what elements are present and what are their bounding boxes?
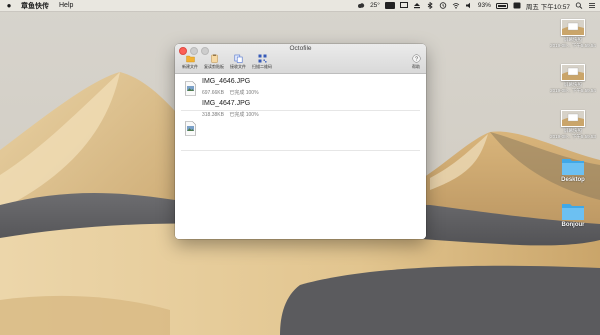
folder-icon	[562, 159, 584, 175]
desktop-screenshot[interactable]: 屏幕快照 2019-08-.. 下午5.59.53	[550, 110, 596, 140]
screenshot-date: 2019-08-.. 下午5.59.53	[550, 134, 596, 140]
window-title: Octofile	[289, 45, 312, 52]
input-source-icon[interactable]	[513, 2, 521, 9]
battery-percent[interactable]: 93%	[478, 2, 491, 9]
window-titlebar[interactable]: Octofile 新建文件 复读剪贴板 接收文件 扫描二维码 ? 帮助	[175, 44, 426, 74]
toolbar: 新建文件 复读剪贴板 接收文件 扫描二维码 ? 帮助	[178, 54, 423, 72]
volume-icon[interactable]	[465, 2, 473, 9]
screenshot-thumbnail	[561, 64, 585, 81]
desktop-screenshot[interactable]: 屏幕快照 2019-08-.. 下午5.59.54	[550, 19, 596, 49]
status-area: 25° 93% 周五 下午10:57	[357, 1, 596, 11]
folder-icon	[562, 204, 584, 220]
file-meta: 318.38KB 已完成 100%	[202, 111, 263, 118]
image-file-icon	[185, 81, 196, 96]
screenshot-thumbnail	[561, 19, 585, 36]
help-label: 帮助	[412, 64, 420, 69]
help-menu[interactable]: Help	[59, 2, 73, 9]
file-name: IMG_4646.JPG	[202, 78, 251, 85]
folder-label: Desktop	[561, 177, 585, 183]
temperature[interactable]: 25°	[370, 2, 380, 9]
menu-bar: ● 章鱼快传 Help 25° 93% 周五 下午10:57	[0, 0, 600, 11]
file-row[interactable]: IMG_4647.JPG 318.38KB 已完成 100%	[175, 100, 426, 144]
display-icon[interactable]	[399, 2, 408, 9]
file-list: IMG_4646.JPG 697.66KB 已完成 100% IMG_4647.…	[175, 74, 426, 239]
battery-icon[interactable]	[495, 2, 508, 9]
app-menu[interactable]: 章鱼快传	[21, 1, 49, 11]
file-size: 318.38KB	[202, 111, 224, 118]
scan-qr-label: 扫描二维码	[252, 64, 272, 69]
help-button[interactable]: ? 帮助	[409, 54, 423, 70]
file-name: IMG_4647.JPG	[202, 100, 251, 107]
qr-code-icon	[258, 54, 266, 63]
file-size: 697.66KB	[202, 89, 224, 96]
desktop-screenshot[interactable]: 屏幕快照 2019-08-.. 下午5.59.54	[550, 64, 596, 94]
receive-file-label: 接收文件	[230, 64, 246, 69]
screenshot-label: 屏幕快照	[564, 82, 582, 87]
file-status: 已完成 100%	[229, 89, 259, 96]
new-file-label: 新建文件	[182, 64, 198, 69]
desktop-folder[interactable]: Bonjour	[551, 201, 595, 229]
receive-file-button[interactable]: 接收文件	[226, 54, 250, 70]
screenshot-date: 2019-08-.. 下午5.59.54	[550, 88, 596, 94]
desktop-screen: ● 章鱼快传 Help 25° 93% 周五 下午10:57 Octofile …	[0, 0, 600, 335]
wifi-icon[interactable]	[452, 2, 460, 9]
cloud-icon[interactable]	[357, 2, 365, 9]
eject-icon[interactable]	[413, 2, 421, 9]
screenshot-date: 2019-08-.. 下午5.59.54	[550, 43, 596, 49]
clipboard-icon	[210, 54, 218, 63]
scan-qr-button[interactable]: 扫描二维码	[250, 54, 274, 70]
image-file-icon	[185, 121, 196, 136]
clock[interactable]: 周五 下午10:57	[526, 1, 570, 11]
time-machine-icon[interactable]	[439, 2, 447, 9]
file-meta: 697.66KB 已完成 100%	[202, 89, 263, 96]
clipboard-label: 复读剪贴板	[204, 64, 224, 69]
octofile-window: Octofile 新建文件 复读剪贴板 接收文件 扫描二维码 ? 帮助 IMG_…	[175, 44, 426, 239]
screenshot-label: 屏幕快照	[564, 128, 582, 133]
row-divider	[181, 150, 420, 151]
bluetooth-icon[interactable]	[426, 1, 434, 10]
folder-icon	[185, 55, 195, 63]
receive-icon	[234, 54, 243, 63]
clipboard-button[interactable]: 复读剪贴板	[202, 54, 226, 70]
screenshot-label: 屏幕快照	[564, 37, 582, 42]
svg-text:?: ?	[414, 56, 417, 62]
notification-center-icon[interactable]	[588, 2, 596, 9]
folder-label: Bonjour	[561, 222, 585, 228]
new-file-button[interactable]: 新建文件	[178, 54, 202, 70]
screen-mirroring-icon[interactable]	[384, 2, 395, 9]
apple-menu-icon[interactable]: ●	[4, 1, 14, 10]
spotlight-icon[interactable]	[575, 2, 583, 9]
help-icon: ?	[411, 54, 421, 63]
desktop-folder[interactable]: Desktop	[551, 156, 595, 184]
screenshot-thumbnail	[561, 110, 585, 127]
file-status: 已完成 100%	[229, 111, 259, 118]
